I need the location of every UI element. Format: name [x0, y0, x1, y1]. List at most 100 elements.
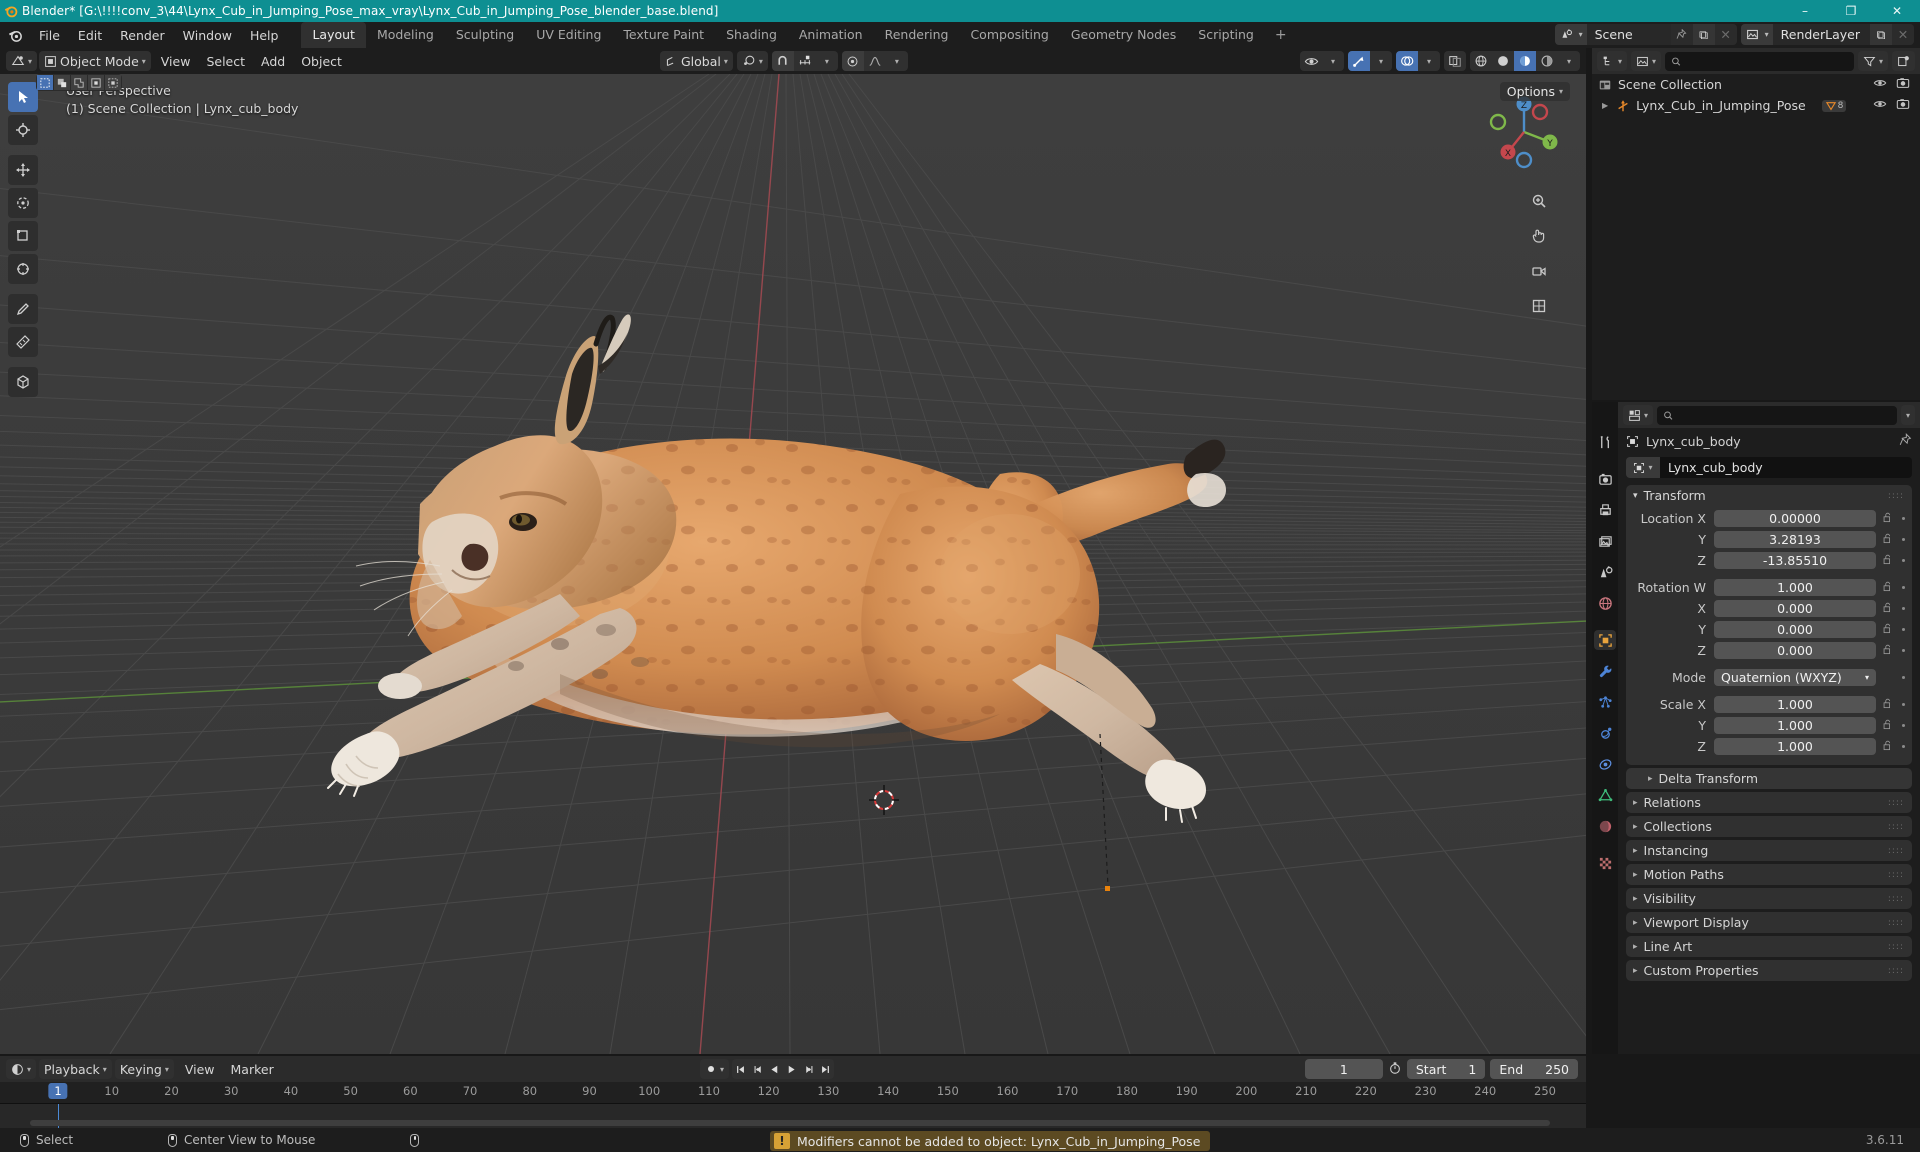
panel-line-art[interactable]: ▸ Line Art::::: [1626, 936, 1912, 957]
panel-viewport-display[interactable]: ▸ Viewport Display::::: [1626, 912, 1912, 933]
outliner-row-lynx-cub-in-jumping-pose[interactable]: ▶ Lynx_Cub_in_Jumping_Pose 8: [1592, 95, 1920, 116]
location-x-field[interactable]: 0.00000: [1714, 510, 1876, 527]
viewport-options-button[interactable]: Options ▾: [1499, 82, 1570, 101]
expand-arrow-icon[interactable]: ▶: [1602, 101, 1608, 110]
workspace-tab-uv-editing[interactable]: UV Editing: [525, 22, 612, 48]
timeline-channel-area[interactable]: [0, 1104, 1586, 1150]
properties-tab-output[interactable]: [1594, 500, 1616, 520]
gizmo-chevron-icon[interactable]: ▾: [1370, 51, 1392, 71]
timeline-menu-marker[interactable]: Marker: [223, 1060, 282, 1079]
remove-scene-button[interactable]: ✕: [1714, 24, 1737, 45]
3d-viewport[interactable]: User Perspective (1) Scene Collection | …: [0, 48, 1586, 1054]
animate-property-dot[interactable]: [1902, 676, 1905, 679]
camera-view-icon[interactable]: [1526, 258, 1552, 284]
visibility-chevron-icon[interactable]: ▾: [1322, 51, 1344, 71]
shading-wireframe-icon[interactable]: [1470, 51, 1492, 71]
rotation-mode-dropdown[interactable]: Quaternion (WXYZ) ▾: [1714, 669, 1876, 686]
disable-in-renders-icon[interactable]: [1896, 97, 1910, 114]
properties-options-button[interactable]: ▾: [1900, 405, 1915, 425]
rotation-y-field[interactable]: 0.000: [1714, 621, 1876, 638]
animate-property-dot[interactable]: [1902, 628, 1905, 631]
shading-solid-icon[interactable]: [1492, 51, 1514, 71]
tool-add-cube[interactable]: [8, 367, 38, 397]
properties-tab-view-layer[interactable]: [1594, 531, 1616, 551]
scale-y-field[interactable]: 1.000: [1714, 717, 1876, 734]
select-mode-extend-icon[interactable]: [54, 75, 70, 90]
jump-to-start-button[interactable]: [732, 1059, 750, 1079]
scene-name[interactable]: Scene: [1586, 24, 1671, 45]
zoom-view-icon[interactable]: [1526, 188, 1552, 214]
workspace-tab-layout[interactable]: Layout: [301, 22, 366, 48]
animate-property-dot[interactable]: [1902, 703, 1905, 706]
select-mode-intersect-icon[interactable]: [105, 75, 121, 90]
panel-drag-handle[interactable]: ::::: [1888, 966, 1912, 976]
properties-tab-scene[interactable]: [1594, 562, 1616, 582]
shading-material-preview-icon[interactable]: [1514, 51, 1536, 71]
falloff-chevron-icon[interactable]: ▾: [886, 51, 908, 71]
toggle-orthographic-icon[interactable]: [1526, 293, 1552, 319]
properties-tab-render[interactable]: [1594, 469, 1616, 489]
properties-tab-physics[interactable]: [1594, 723, 1616, 743]
outliner-editor-type-button[interactable]: ▾: [1597, 51, 1628, 71]
add-workspace-button[interactable]: +: [1265, 23, 1297, 47]
workspace-tab-shading[interactable]: Shading: [715, 22, 788, 48]
unlock-icon[interactable]: [1882, 532, 1893, 547]
panel-relations[interactable]: ▸ Relations::::: [1626, 792, 1912, 813]
animate-property-dot[interactable]: [1902, 745, 1905, 748]
tool-cursor[interactable]: [8, 115, 38, 145]
scale-x-field[interactable]: 1.000: [1714, 696, 1876, 713]
properties-tab-modifiers[interactable]: [1594, 661, 1616, 681]
panel-drag-handle[interactable]: ::::: [1888, 942, 1912, 952]
panel-header[interactable]: ▸ Viewport Display::::: [1626, 912, 1912, 933]
menu-window[interactable]: Window: [174, 25, 241, 46]
outliner-search-field[interactable]: [1686, 54, 1848, 68]
select-mode-invert-icon[interactable]: [88, 75, 104, 90]
workspace-tab-geometry-nodes[interactable]: Geometry Nodes: [1060, 22, 1187, 48]
frame-start-field[interactable]: Start 1: [1406, 1059, 1486, 1079]
properties-tab-world[interactable]: [1594, 593, 1616, 613]
outliner-editor[interactable]: ▾ ▾ ▾ Scene Collection ▶ Lynx_Cub_in_Jumpi…: [1592, 48, 1920, 400]
view-layer-name[interactable]: RenderLayer: [1772, 24, 1870, 45]
timeline-editor[interactable]: ▾ Playback ▾ Keying ▾ View Marker ▾ 1 St…: [0, 1056, 1586, 1150]
hide-in-viewport-icon[interactable]: [1873, 97, 1887, 114]
new-view-layer-button[interactable]: ⧉: [1870, 24, 1892, 45]
properties-search-input[interactable]: [1657, 405, 1897, 425]
pin-properties-icon[interactable]: [1899, 433, 1912, 449]
interaction-mode-selector[interactable]: Object Mode ▾: [39, 51, 151, 71]
disable-in-renders-icon[interactable]: [1896, 76, 1910, 93]
unlock-icon[interactable]: [1882, 553, 1893, 568]
menu-render[interactable]: Render: [111, 25, 174, 46]
tool-rotate[interactable]: [8, 188, 38, 218]
menu-edit[interactable]: Edit: [69, 25, 111, 46]
current-frame-field[interactable]: 1: [1304, 1059, 1383, 1079]
rotation-w-field[interactable]: 1.000: [1714, 579, 1876, 596]
transform-panel-header[interactable]: ▾ Transform ::::: [1626, 485, 1912, 506]
hide-in-viewport-icon[interactable]: [1873, 76, 1887, 93]
panel-collections[interactable]: ▸ Collections::::: [1626, 816, 1912, 837]
panel-motion-paths[interactable]: ▸ Motion Paths::::: [1626, 864, 1912, 885]
play-reverse-button[interactable]: [766, 1059, 784, 1079]
panel-drag-handle[interactable]: ::::: [1888, 870, 1912, 880]
remove-view-layer-button[interactable]: ✕: [1892, 24, 1914, 45]
panel-drag-handle[interactable]: ::::: [1888, 846, 1912, 856]
object-visibility-icon[interactable]: [1300, 51, 1322, 71]
outliner-mesh-data-badge[interactable]: 8: [1821, 99, 1847, 112]
panel-drag-handle[interactable]: ::::: [1888, 918, 1912, 928]
timeline-menu-playback[interactable]: Playback ▾: [39, 1059, 112, 1079]
properties-editor-type-button[interactable]: ▾: [1623, 405, 1654, 425]
panel-drag-handle[interactable]: ::::: [1888, 822, 1912, 832]
object-id-icon[interactable]: ▾: [1626, 457, 1660, 478]
tool-move[interactable]: [8, 155, 38, 185]
auto-keying-button[interactable]: ▾: [700, 1059, 730, 1079]
viewport-menu-select[interactable]: Select: [198, 52, 253, 71]
tool-select-box[interactable]: [8, 82, 38, 112]
panel-header[interactable]: ▸ Line Art::::: [1626, 936, 1912, 957]
panel-custom-properties[interactable]: ▸ Custom Properties::::: [1626, 960, 1912, 981]
properties-tab-data[interactable]: [1594, 785, 1616, 805]
snap-target-icon[interactable]: [794, 51, 816, 71]
editor-type-selector[interactable]: ▾: [6, 51, 38, 71]
workspace-tab-rendering[interactable]: Rendering: [874, 22, 960, 48]
location-z-field[interactable]: -13.85510: [1714, 552, 1876, 569]
panel-delta-transform[interactable]: ▸ Delta Transform: [1626, 768, 1912, 789]
properties-editor[interactable]: ▾ ▾ Lynx_cub_body ▾ Lynx_cub_body ▾ Tran…: [1592, 402, 1920, 1054]
